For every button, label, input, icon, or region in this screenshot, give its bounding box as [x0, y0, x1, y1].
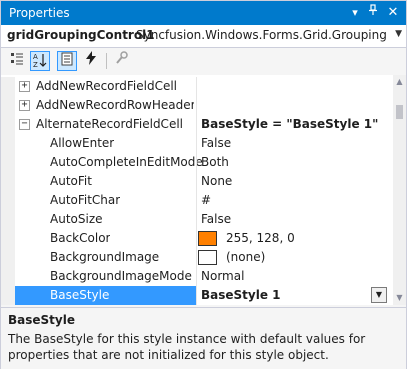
vertical-scrollbar[interactable]: ▲ ▼ — [393, 75, 406, 305]
property-row[interactable]: BackgroundImageMode Normal — [1, 267, 393, 286]
chevron-down-icon[interactable]: ▼ — [395, 29, 402, 39]
object-type: Syncfusion.Windows.Forms.Grid.Grouping.G… — [136, 28, 388, 42]
row-gutter — [1, 286, 15, 305]
property-value[interactable]: (none) — [226, 250, 265, 264]
description-text: The BaseStyle for this style instance wi… — [8, 332, 366, 362]
property-pages-icon[interactable] — [112, 51, 132, 71]
property-name: BaseStyle — [50, 288, 110, 302]
property-name: AutoCompleteInEditMode — [50, 155, 203, 169]
property-value[interactable]: False — [201, 136, 231, 150]
row-gutter — [1, 77, 15, 96]
svg-text:A: A — [33, 53, 38, 61]
property-row[interactable]: + AddNewRecordRowHeaderCe — [1, 96, 393, 115]
row-gutter — [1, 248, 15, 267]
column-divider[interactable] — [196, 191, 197, 210]
svg-text:Z: Z — [33, 61, 38, 68]
expand-icon[interactable]: + — [19, 81, 30, 92]
column-divider[interactable] — [196, 77, 197, 96]
pin-icon[interactable] — [365, 4, 381, 22]
properties-icon[interactable] — [57, 51, 77, 71]
description-title: BaseStyle — [8, 313, 75, 327]
collapse-icon[interactable]: − — [19, 119, 30, 130]
property-value[interactable]: Both — [201, 155, 229, 169]
property-name: AllowEnter — [50, 136, 115, 150]
property-name: AddNewRecordRowHeaderCe — [36, 98, 194, 112]
events-icon[interactable] — [81, 51, 101, 71]
categorized-icon[interactable] — [7, 51, 27, 71]
row-gutter — [1, 191, 15, 210]
column-divider[interactable] — [196, 115, 197, 134]
column-divider[interactable] — [196, 210, 197, 229]
row-gutter — [1, 115, 15, 134]
property-row[interactable]: BackColor 255, 128, 0 — [1, 229, 393, 248]
property-value[interactable]: BaseStyle = "BaseStyle 1" — [201, 117, 378, 131]
row-gutter — [1, 267, 15, 286]
close-icon[interactable]: ✕ — [385, 4, 401, 22]
object-selector[interactable]: gridGroupingControl1 Syncfusion.Windows.… — [1, 25, 406, 48]
column-divider[interactable] — [196, 286, 197, 305]
property-name: AutoFitChar — [50, 193, 121, 207]
row-gutter — [1, 229, 15, 248]
column-divider[interactable] — [196, 134, 197, 153]
property-row[interactable]: AllowEnter False — [1, 134, 393, 153]
column-divider[interactable] — [196, 96, 197, 115]
property-value[interactable]: Normal — [201, 269, 244, 283]
row-gutter — [1, 210, 15, 229]
chevron-down-icon[interactable]: ▼ — [371, 287, 387, 303]
properties-toolbar: AZ — [1, 48, 406, 74]
scroll-down-icon[interactable]: ▼ — [393, 291, 406, 305]
row-gutter — [1, 96, 15, 115]
property-row[interactable]: BackgroundImage (none) — [1, 248, 393, 267]
property-value[interactable]: False — [201, 212, 231, 226]
title-bar: Properties ▾ ✕ — [1, 1, 406, 25]
window-title: Properties — [9, 6, 70, 20]
toolbar-separator — [106, 53, 107, 69]
expand-icon[interactable]: + — [19, 100, 30, 111]
property-name: BackgroundImage — [50, 250, 160, 264]
property-value[interactable]: # — [201, 193, 211, 207]
property-value[interactable]: None — [201, 174, 232, 188]
object-name: gridGroupingControl1 — [7, 28, 155, 42]
property-name: BackgroundImageMode — [50, 269, 192, 283]
row-gutter — [1, 153, 15, 172]
alphabetical-icon[interactable]: AZ — [30, 51, 50, 71]
property-name: AutoFit — [50, 174, 92, 188]
scroll-thumb[interactable] — [396, 105, 403, 119]
property-name: AlternateRecordFieldCell — [36, 117, 183, 131]
column-divider[interactable] — [196, 248, 197, 267]
property-grid: + AddNewRecordFieldCell + AddNewRecordRo… — [1, 75, 393, 305]
description-pane: BaseStyle The BaseStyle for this style i… — [1, 307, 406, 369]
property-row[interactable]: AutoFit None — [1, 172, 393, 191]
scroll-up-icon[interactable]: ▲ — [393, 75, 406, 89]
properties-window: Properties ▾ ✕ gridGroupingControl1 Sync… — [0, 0, 407, 369]
property-name: AddNewRecordFieldCell — [36, 79, 177, 93]
property-row[interactable]: − AlternateRecordFieldCell BaseStyle = "… — [1, 115, 393, 134]
property-name: BackColor — [50, 231, 111, 245]
property-name: AutoSize — [50, 212, 103, 226]
column-divider[interactable] — [196, 229, 197, 248]
property-row[interactable]: + AddNewRecordFieldCell — [1, 77, 393, 96]
property-row[interactable]: AutoSize False — [1, 210, 393, 229]
column-divider[interactable] — [196, 267, 197, 286]
property-row[interactable]: AutoCompleteInEditMode Both — [1, 153, 393, 172]
property-row[interactable]: AutoFitChar # — [1, 191, 393, 210]
color-swatch — [198, 231, 217, 246]
row-gutter — [1, 172, 15, 191]
dropdown-arrow-icon[interactable]: ▾ — [347, 4, 363, 22]
image-swatch — [198, 250, 217, 265]
column-divider[interactable] — [196, 172, 197, 191]
property-value[interactable]: 255, 128, 0 — [226, 231, 295, 245]
row-gutter — [1, 134, 15, 153]
column-divider[interactable] — [196, 153, 197, 172]
property-row-selected[interactable]: BaseStyle BaseStyle 1 ▼ — [1, 286, 393, 305]
property-value[interactable]: BaseStyle 1 — [201, 288, 281, 302]
